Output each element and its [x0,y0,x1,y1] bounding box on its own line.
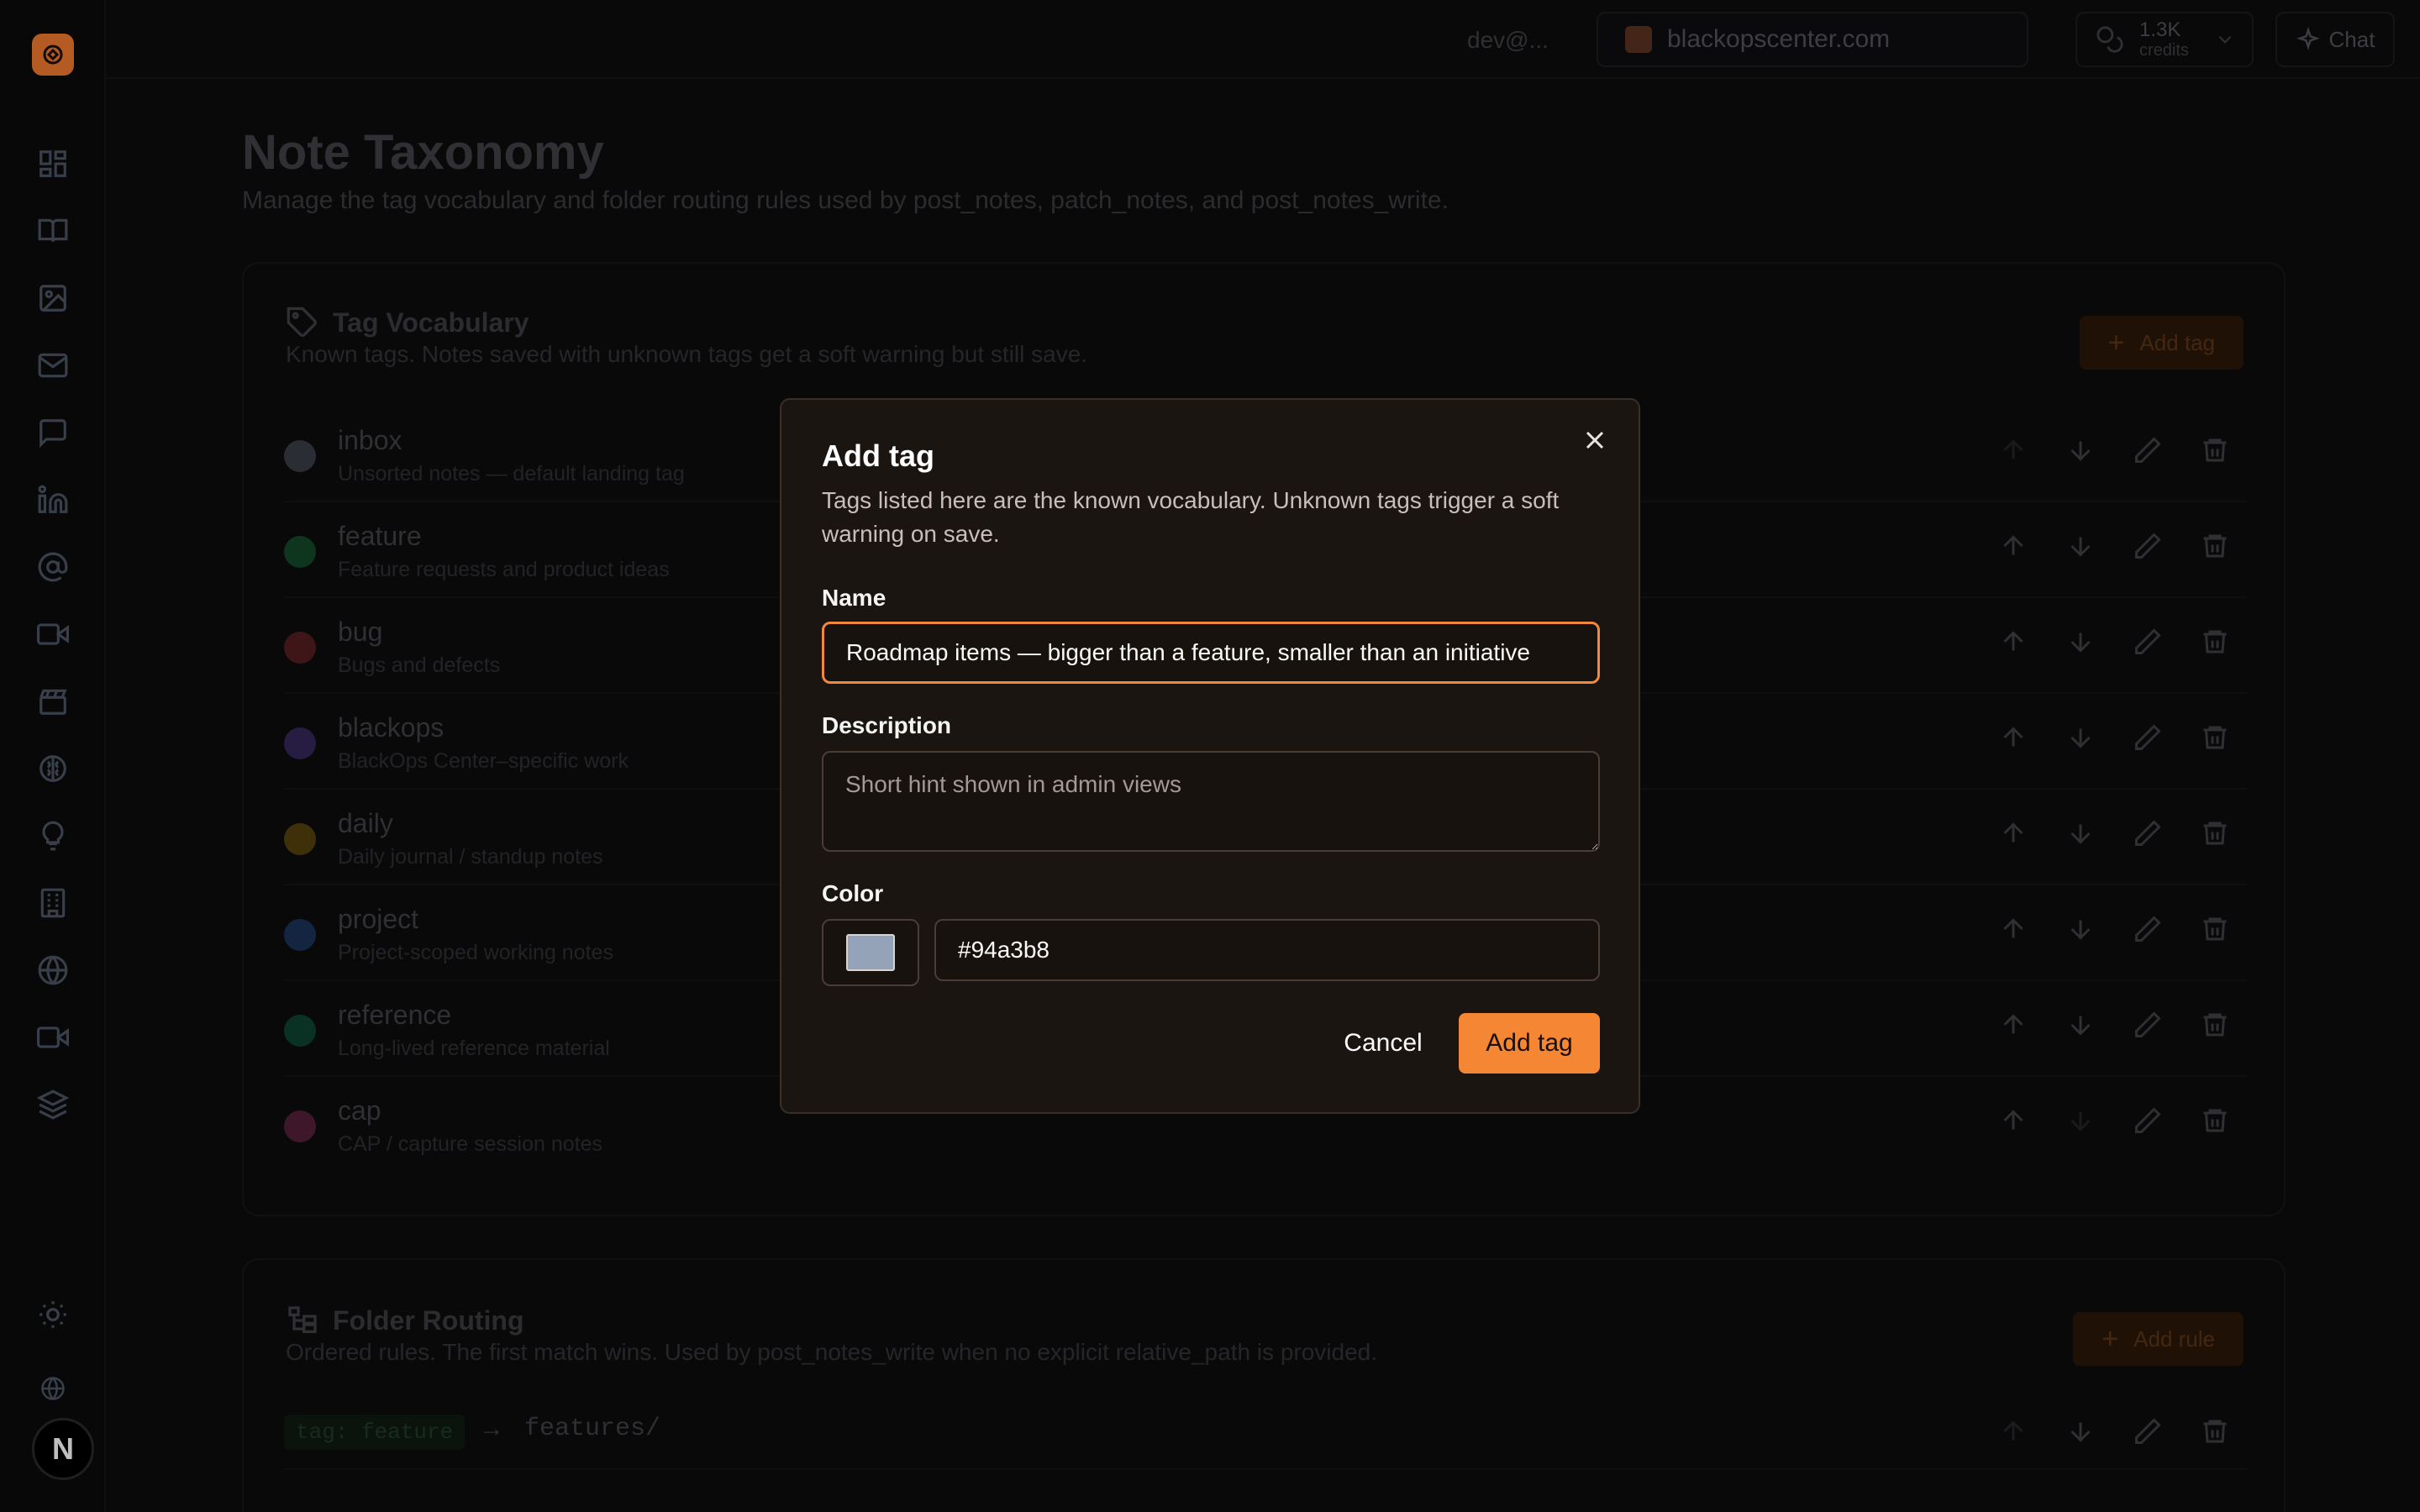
color-hex-input[interactable] [934,919,1600,981]
color-label: Color [822,880,884,906]
name-label: Name [822,585,886,611]
dialog-description: Tags listed here are the known vocabular… [822,487,1560,547]
add-tag-dialog: Add tag Tags listed here are the known v… [780,398,1640,1114]
submit-add-tag-button[interactable]: Add tag [1459,1013,1600,1074]
close-icon[interactable] [1580,425,1610,455]
cancel-button[interactable]: Cancel [1333,1013,1434,1074]
description-textarea[interactable] [822,751,1600,852]
dialog-title: Add tag [822,438,934,473]
name-input[interactable] [822,622,1600,684]
description-label: Description [822,712,952,738]
color-picker[interactable] [822,919,919,986]
color-swatch [846,934,895,971]
